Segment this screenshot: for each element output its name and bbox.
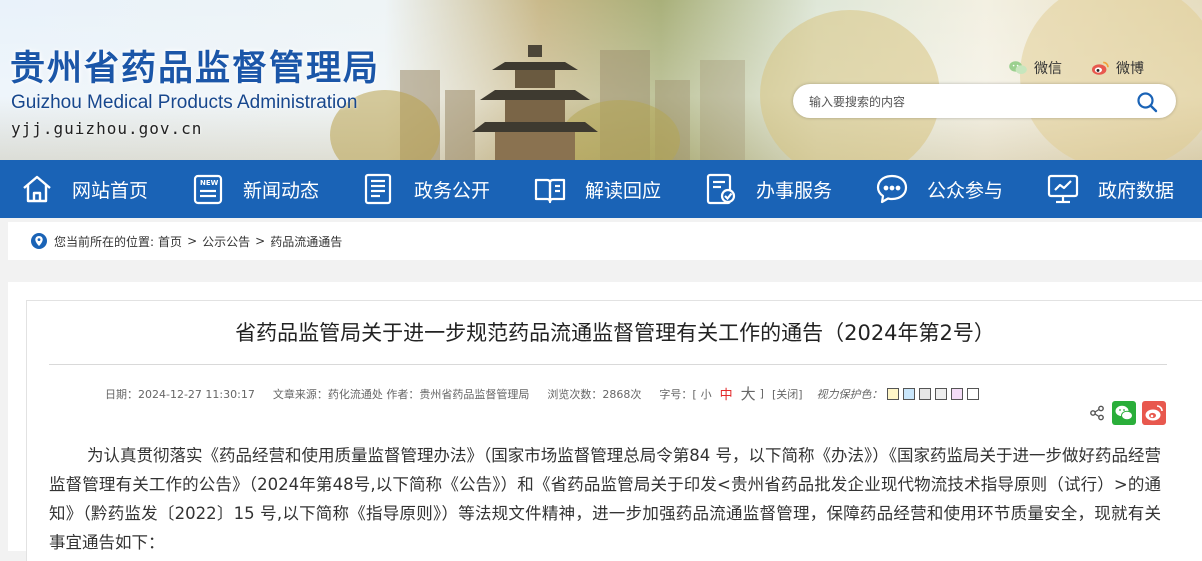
wechat-icon xyxy=(1009,61,1027,74)
nav-label: 公众参与 xyxy=(927,179,1004,202)
share-icon[interactable] xyxy=(1089,405,1105,421)
article-container: 省药品监管局关于进一步规范药品流通监督管理有关工作的通告（2024年第2号） 日… xyxy=(8,282,1202,561)
wechat-link[interactable]: 微信 xyxy=(1008,58,1062,78)
main-nav: 网站首页 NEW 新闻动态 政务公开 解读回应 办事服务 公众参与 政府数据 xyxy=(0,160,1202,218)
search-box xyxy=(793,84,1176,118)
pagoda-illustration xyxy=(472,45,598,160)
breadcrumb-prefix: 您当前所在的位置: xyxy=(54,234,155,249)
eye-color-swatch-pink[interactable] xyxy=(950,387,963,400)
nav-label: 办事服务 xyxy=(756,179,833,202)
service-icon xyxy=(706,173,736,205)
article-panel: 省药品监管局关于进一步规范药品流通监督管理有关工作的通告（2024年第2号） 日… xyxy=(26,300,1202,561)
chat-icon xyxy=(876,174,908,204)
banner-tree xyxy=(1020,0,1202,160)
font-size-medium-button[interactable]: 中 xyxy=(720,384,733,403)
search-icon[interactable] xyxy=(1136,91,1158,113)
data-icon xyxy=(1047,174,1079,204)
eye-color-swatch-white[interactable] xyxy=(966,387,979,400)
nav-item-interpretation[interactable]: 解读回应 xyxy=(533,160,661,218)
breadcrumb-link-announcements[interactable]: 公示公告 xyxy=(202,233,250,250)
share-weibo-icon[interactable] xyxy=(1142,401,1166,425)
article-views: 浏览次数：2868次 xyxy=(547,387,642,401)
article-body-paragraph: 为认真贯彻落实《药品经营和使用质量监督管理办法》（国家市场监督管理总局令第84 … xyxy=(49,446,1161,552)
share-wechat-icon[interactable] xyxy=(1112,401,1136,425)
document-icon xyxy=(364,173,392,205)
svg-text:NEW: NEW xyxy=(200,179,219,187)
eye-protect-label: 视力保护色： xyxy=(816,387,883,401)
font-size-large-button[interactable]: 大 xyxy=(741,383,756,404)
nav-item-services[interactable]: 办事服务 xyxy=(704,160,832,218)
article-source: 文章来源：药化流通处 作者：贵州省药品监督管理局 xyxy=(272,387,530,401)
location-pin-icon xyxy=(31,233,47,249)
font-size-small-button[interactable]: 小 xyxy=(701,386,712,402)
breadcrumb-bar: 您当前所在的位置: 首页 > 公示公告 > 药品流通通告 xyxy=(8,222,1202,260)
title-divider xyxy=(49,364,1167,365)
breadcrumb-separator: > xyxy=(187,234,198,248)
weibo-link[interactable]: 微博 xyxy=(1090,58,1144,78)
nav-label: 新闻动态 xyxy=(243,179,320,202)
news-icon: NEW xyxy=(193,174,223,205)
eye-color-swatch-gray[interactable] xyxy=(918,387,931,400)
nav-label: 政府数据 xyxy=(1098,179,1175,202)
nav-item-participation[interactable]: 公众参与 xyxy=(875,160,1003,218)
breadcrumb-link-circulation-notice[interactable]: 药品流通通告 xyxy=(270,233,342,250)
font-size-close-bracket: ] xyxy=(759,387,764,400)
weibo-label: 微博 xyxy=(1116,61,1144,77)
eye-color-swatch-yellow[interactable] xyxy=(886,387,899,400)
nav-item-news[interactable]: NEW 新闻动态 xyxy=(191,160,319,218)
breadcrumb-separator: > xyxy=(255,234,266,248)
site-title: 贵州省药品监督管理局 xyxy=(10,49,381,89)
eye-color-swatch-light-gray[interactable] xyxy=(934,387,947,400)
article-title: 省药品监管局关于进一步规范药品流通监督管理有关工作的通告（2024年第2号） xyxy=(235,321,995,345)
nav-item-gov-affairs[interactable]: 政务公开 xyxy=(362,160,490,218)
article-meta: 日期：2024-12-27 11:30:17 文章来源：药化流通处 作者：贵州省… xyxy=(105,383,979,404)
article-date: 日期：2024-12-27 11:30:17 xyxy=(105,387,255,401)
nav-label: 网站首页 xyxy=(72,179,149,202)
wechat-label: 微信 xyxy=(1034,61,1062,77)
banner-building xyxy=(700,60,745,160)
nav-item-gov-data[interactable]: 政府数据 xyxy=(1046,160,1174,218)
home-icon xyxy=(23,175,51,203)
site-domain: yjj.guizhou.gov.cn xyxy=(11,119,203,138)
breadcrumb: 您当前所在的位置: 首页 > 公示公告 > 药品流通通告 xyxy=(30,232,342,250)
nav-label: 解读回应 xyxy=(585,179,662,202)
nav-label: 政务公开 xyxy=(414,179,491,202)
nav-item-home[interactable]: 网站首页 xyxy=(20,160,148,218)
book-icon xyxy=(534,178,566,204)
breadcrumb-link-home[interactable]: 首页 xyxy=(158,233,182,250)
close-window-button[interactable]: [关闭] xyxy=(772,386,803,402)
header-banner: 贵州省药品监督管理局 Guizhou Medical Products Admi… xyxy=(0,0,1202,160)
site-subtitle: Guizhou Medical Products Administration xyxy=(11,92,358,113)
search-input[interactable] xyxy=(807,91,1121,113)
font-size-label: 字号：[ xyxy=(659,387,697,401)
weibo-icon xyxy=(1092,61,1109,75)
eye-color-swatch-blue[interactable] xyxy=(902,387,915,400)
